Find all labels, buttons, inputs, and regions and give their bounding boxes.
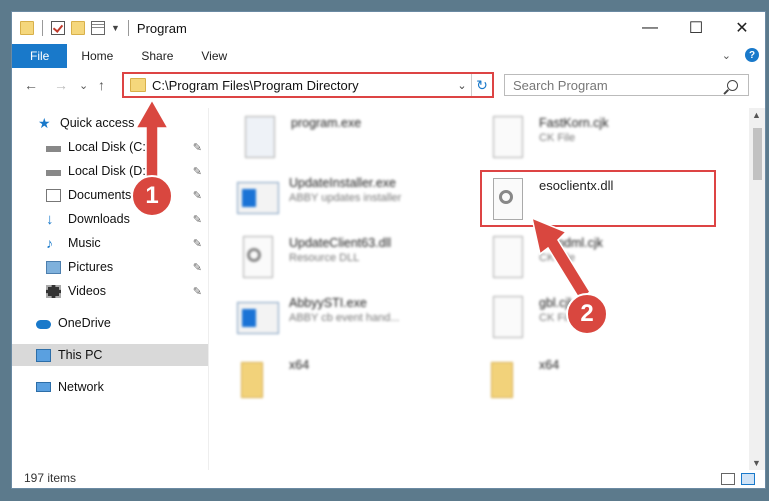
callout-badge-2: 2 (566, 293, 608, 335)
callout-arrow-1 (134, 98, 170, 181)
callout-badge-1: 1 (131, 175, 173, 217)
callout-arrows (134, 98, 591, 302)
callout-arrow-2 (530, 216, 591, 302)
